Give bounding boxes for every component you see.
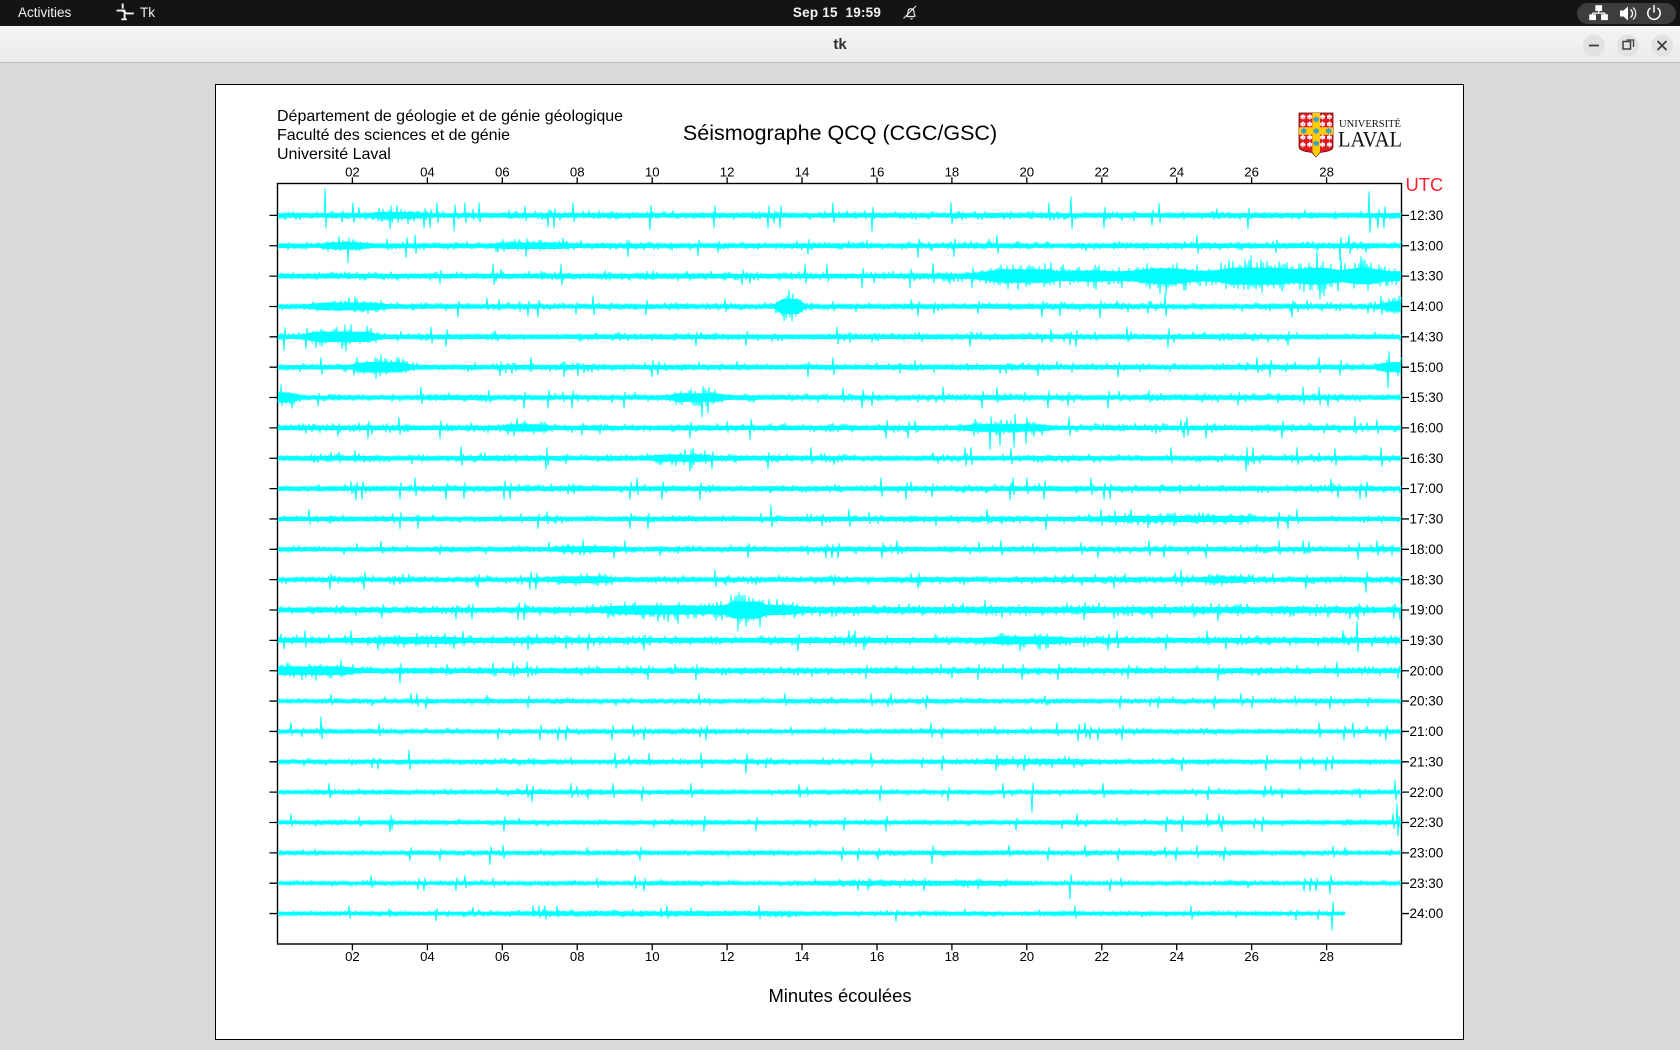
- svg-text:LAVAL: LAVAL: [1338, 127, 1402, 152]
